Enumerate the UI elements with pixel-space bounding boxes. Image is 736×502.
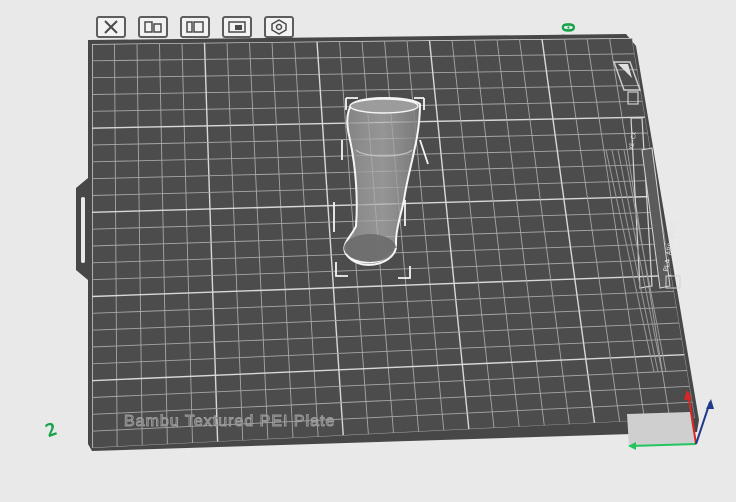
3d-viewport[interactable]: 01 XE-CX PLA ABS PETG Bambu Textured PEI… [0,0,736,502]
plate-type-label: Bambu Textured PEI Plate [124,413,335,430]
build-plate-scene: XE-CX PLA ABS PETG Bambu Textured PEI Pl… [76,34,714,451]
